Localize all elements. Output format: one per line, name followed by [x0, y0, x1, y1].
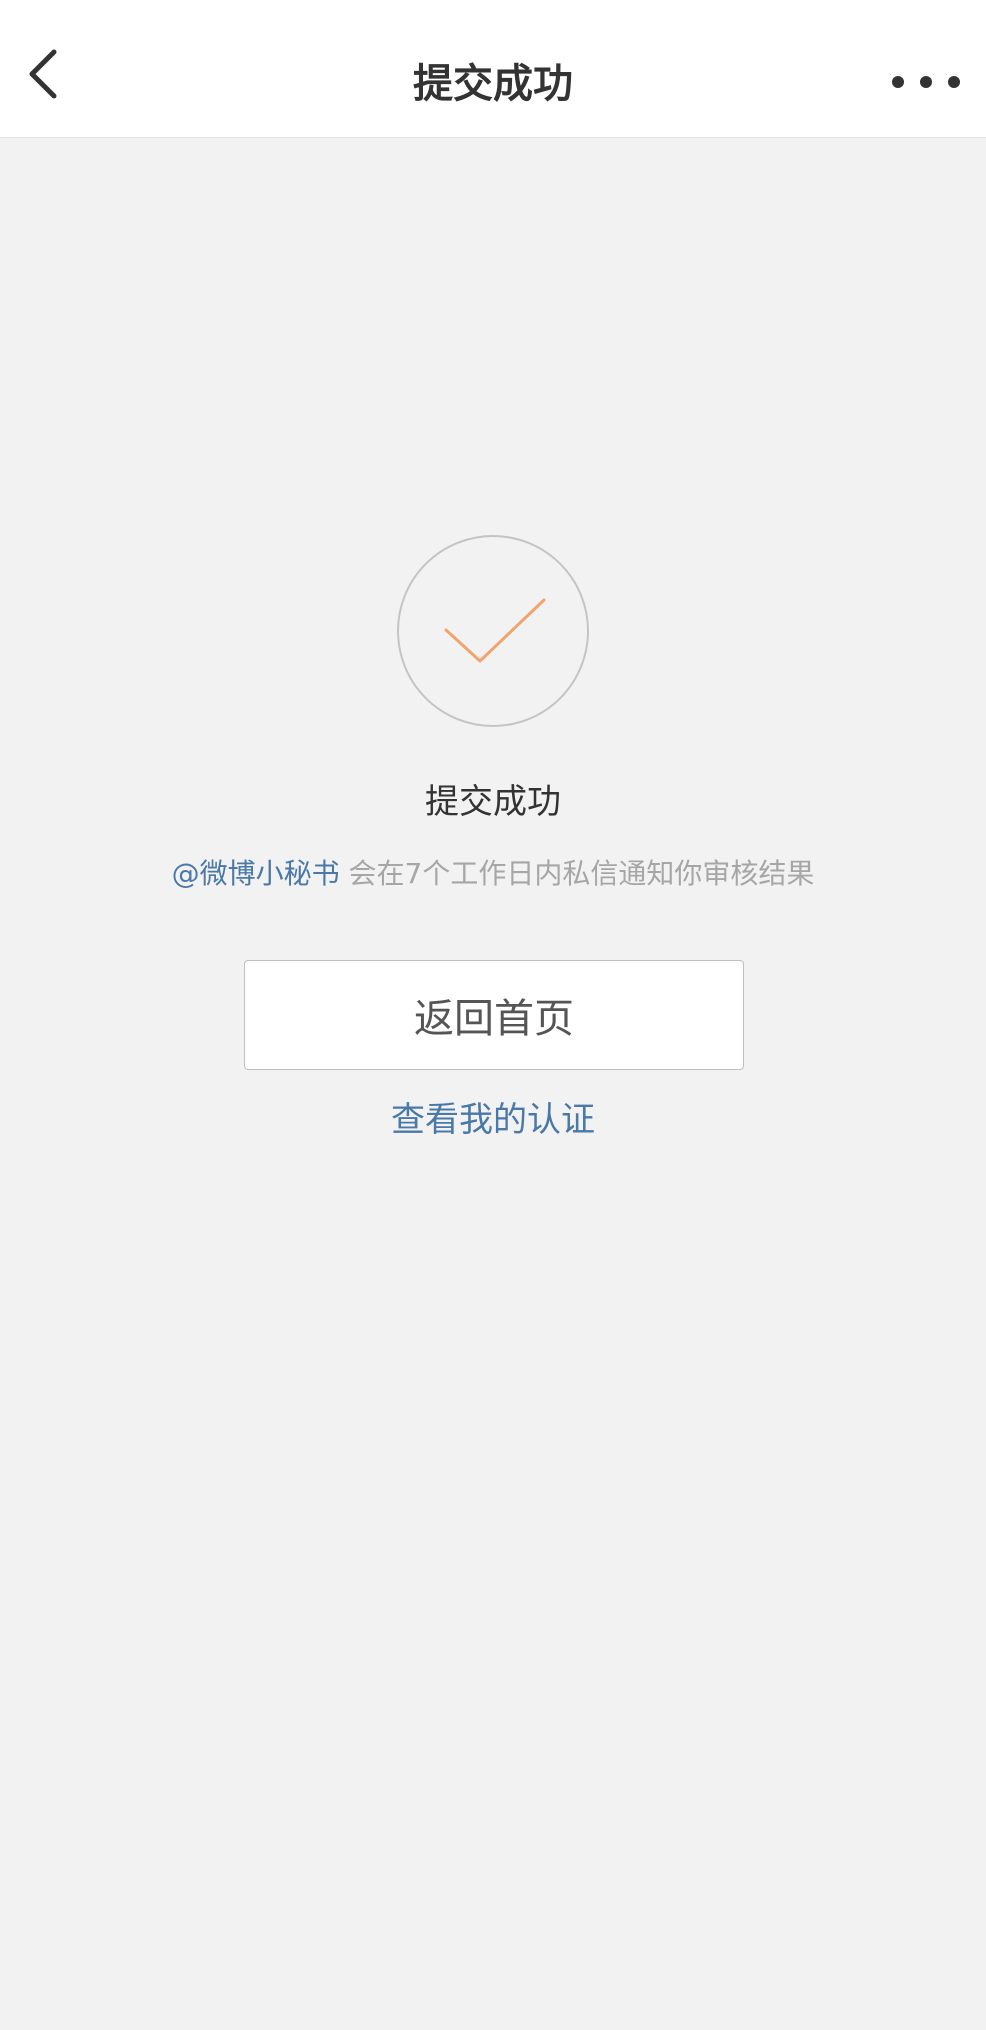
- review-notice-text: 会在7个工作日内私信通知你审核结果: [339, 857, 815, 890]
- more-horizontal-icon: [892, 76, 904, 88]
- return-home-button[interactable]: 返回首页: [244, 960, 744, 1070]
- more-dot: [948, 76, 960, 88]
- navigation-bar: 提交成功: [0, 0, 986, 138]
- more-options-button[interactable]: [892, 60, 960, 104]
- more-dot: [920, 76, 932, 88]
- checkmark-icon: [397, 535, 589, 727]
- view-certification-link[interactable]: 查看我的认证: [0, 1096, 986, 1144]
- success-title: 提交成功: [425, 782, 561, 822]
- main-content: 提交成功 @微博小秘书 会在7个工作日内私信通知你审核结果 返回首页 查看我的认…: [0, 138, 986, 2030]
- weibo-secretary-mention[interactable]: @微博小秘书: [172, 857, 340, 890]
- page-title: 提交成功: [413, 61, 573, 107]
- review-notice: @微博小秘书 会在7个工作日内私信通知你审核结果: [0, 854, 986, 894]
